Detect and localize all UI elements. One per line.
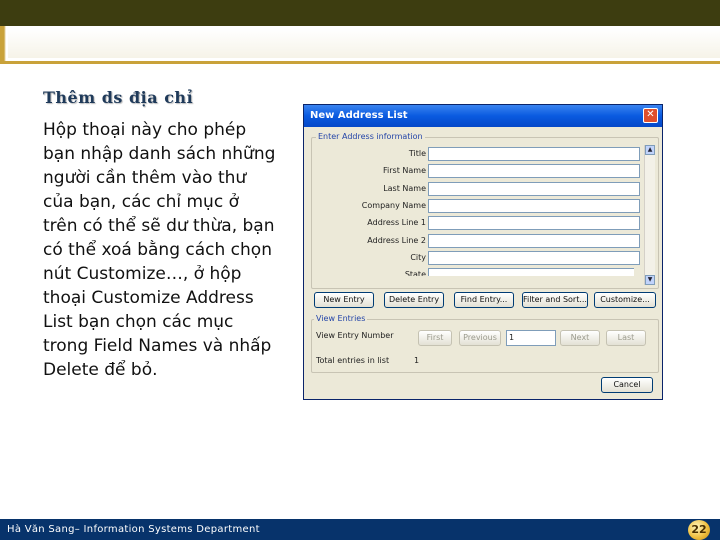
last-button[interactable]: Last <box>606 330 646 346</box>
address-field-row: City <box>304 250 640 265</box>
new-entry-button[interactable]: New Entry <box>314 292 374 308</box>
field-label: Company Name <box>361 200 426 210</box>
address-field-row: Address Line 2 <box>304 233 640 248</box>
field-input[interactable] <box>428 164 640 179</box>
view-entries-group-label: View Entries <box>314 314 368 323</box>
view-entry-number-label: View Entry Number <box>316 331 394 340</box>
dialog-title: New Address List <box>310 110 408 121</box>
next-button[interactable]: Next <box>560 330 600 346</box>
field-label: Last Name <box>383 183 426 193</box>
slide-title: Thêm ds địa chỉ <box>43 88 194 107</box>
dialog-title-bar: New Address List <box>304 105 662 127</box>
address-field-row: State <box>304 268 634 277</box>
header-dark-bar <box>0 0 720 26</box>
field-label: City <box>410 252 426 262</box>
enter-address-group-label: Enter Address information <box>316 132 425 141</box>
address-field-row: Company Name <box>304 198 640 213</box>
new-address-list-dialog: New Address List ✕ Enter Address informa… <box>303 104 663 400</box>
slide-footer: Hà Văn Sang– Information Systems Departm… <box>0 519 720 540</box>
field-label: Address Line 1 <box>367 218 426 228</box>
field-label: First Name <box>383 166 426 176</box>
header-band <box>0 26 720 64</box>
field-label: Address Line 2 <box>367 235 426 245</box>
field-input[interactable] <box>428 198 640 213</box>
total-entries-label: Total entries in list <box>316 356 390 365</box>
address-field-row: Last Name <box>304 181 640 196</box>
field-label: State <box>404 270 426 277</box>
scroll-up-icon[interactable]: ▲ <box>645 145 655 155</box>
find-entry-button[interactable]: Find Entry... <box>454 292 514 308</box>
field-input[interactable] <box>428 233 640 248</box>
address-field-row: First Name <box>304 164 640 179</box>
scroll-down-icon[interactable]: ▼ <box>645 275 655 285</box>
field-input[interactable] <box>428 250 640 265</box>
customize-button[interactable]: Customize... <box>594 292 656 308</box>
footer-text: Hà Văn Sang– Information Systems Departm… <box>7 524 260 535</box>
field-input[interactable] <box>428 181 640 196</box>
field-input[interactable] <box>428 268 634 277</box>
field-label: Title <box>408 149 426 158</box>
first-button[interactable]: First <box>418 330 452 346</box>
close-icon[interactable]: ✕ <box>643 108 658 123</box>
slide-body-text: Hộp thoại này cho phép bạn nhập danh sác… <box>43 120 276 380</box>
delete-entry-button[interactable]: Delete Entry <box>384 292 444 308</box>
address-field-row: Title <box>304 147 640 161</box>
address-field-row: Address Line 1 <box>304 216 640 231</box>
total-entries-value: 1 <box>414 356 420 365</box>
fields-scrollbar[interactable]: ▲ ▼ <box>644 145 655 285</box>
field-input[interactable] <box>428 147 640 161</box>
previous-button[interactable]: Previous <box>459 330 501 346</box>
page-number-badge: 22 <box>688 520 710 540</box>
filter-sort-button[interactable]: Filter and Sort... <box>522 292 588 308</box>
field-input[interactable] <box>428 216 640 231</box>
entry-number-input[interactable]: 1 <box>506 330 556 346</box>
cancel-button[interactable]: Cancel <box>601 377 653 393</box>
